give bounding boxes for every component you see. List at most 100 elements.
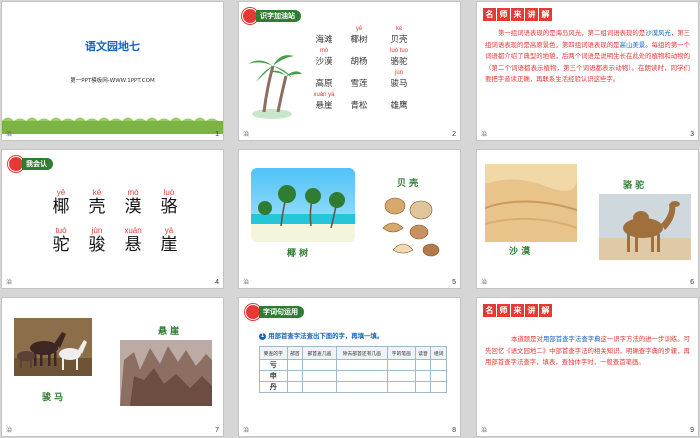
table-cell-input[interactable] [430,359,447,371]
table-cell-input[interactable] [387,359,416,371]
word-pinyin [309,70,339,77]
shells-photo [382,197,440,257]
slide-footer-mark: 治 [243,427,250,434]
slide-footer-mark: 治 [6,427,13,434]
slide-1-thumbnail[interactable]: 语文园地七 第一PPT模板网-WWW.1PPT.COM 治 1 [2,2,223,140]
slide-8-thumbnail[interactable]: 字词句运用 1 用部首查字法查出下面的字，再填一填。 要查的字 部首 部首查几画 除去… [239,298,460,436]
dictionary-table: 要查的字 部首 部首查几画 除去部首还有几画 字的笔画 读音 组词 亏申丹 [259,346,447,393]
vocab-word: 雪莲 [344,70,374,89]
word-pinyin [384,92,414,99]
word-text: 沙漠 [315,57,333,67]
section-badge: 字词句运用 [245,304,304,320]
table-cell-input[interactable] [286,359,304,371]
beach-palm-photo [251,168,355,242]
teach-char: 来 [511,304,524,317]
slide-2-thumbnail[interactable]: 识字加油站 海滩 yē 椰树 ké 贝壳 mò 沙漠 胡杨 luò tuo 骆驼 高原 雪莲 jùn 骏马… [239,2,460,140]
slide-number: 2 [452,131,456,138]
palm-tree-illustration [248,55,302,119]
vocab-word: jùn 骏马 [384,70,414,89]
word-text: 青松 [350,101,368,111]
table-cell-input[interactable] [335,381,389,393]
slide-9-thumbnail[interactable]: 名 师 来 讲 解 本道题是对用部首查字法查字典这一识字方法的进一步训练。可先回… [477,298,698,436]
char-hanzi: 悬 [124,235,142,255]
table-cell-input[interactable] [414,370,432,382]
table-cell-char: 亏 [259,359,288,371]
word-pinyin [344,70,374,77]
word-pinyin [344,48,374,55]
char-hanzi: 壳 [88,197,106,217]
slide-footer-mark: 治 [481,427,488,434]
table-header-cell: 除去部首还有几画 [335,346,389,360]
instruction-number-icon: 1 [259,332,266,340]
vocab-word: 高原 [309,70,339,89]
slide-number: 6 [690,279,694,286]
text-run: 高山美景 [619,40,646,49]
grass-decoration [2,117,223,134]
teach-char: 名 [483,304,496,317]
table-cell-input[interactable] [335,359,389,371]
table-cell-input[interactable] [302,359,337,371]
char-hanzi: 椰 [52,197,70,217]
slide-number: 9 [690,427,694,434]
slide-number: 1 [215,131,219,138]
word-pinyin: jùn [394,70,403,76]
char-pinyin: xuán [124,226,142,235]
char-hanzi: 驼 [52,235,70,255]
table-header-cell: 读音 [414,346,432,360]
table-cell-input[interactable] [414,381,432,393]
char-card: luò 骆 [154,188,184,217]
word-text: 高原 [315,79,333,89]
slide-footer-mark: 治 [6,279,13,286]
word-text: 悬崖 [315,101,333,111]
teach-char: 讲 [525,8,538,21]
table-cell-input[interactable] [430,381,447,393]
slide-5-thumbnail[interactable]: 椰 树 贝 壳 治 5 [239,150,460,288]
table-cell-input[interactable] [286,381,304,393]
instruction-text: 用部首查字法查出下面的字，再填一填。 [268,332,384,340]
table-cell-input[interactable] [430,370,447,382]
slide-title: 语文园地七 [85,40,140,53]
table-cell-input[interactable] [414,359,432,371]
slide-7-thumbnail[interactable]: 骏 马 悬 崖 治 7 [2,298,223,436]
vocab-word: 胡杨 [344,48,374,67]
table-cell-input[interactable] [335,370,389,382]
char-card: ké 壳 [82,188,112,217]
word-pinyin: ké [395,26,403,32]
char-pinyin: jùn [91,226,103,235]
teach-char: 讲 [525,304,538,317]
char-hanzi: 骆 [160,197,178,217]
teach-char: 名 [483,8,496,21]
text-run: 第一组词语表现的是海岛风光，第二组词语表现的是 [498,29,646,37]
word-text: 海滩 [315,35,333,45]
word-text: 椰树 [350,35,368,45]
table-cell-input[interactable] [302,381,337,393]
table-cell-input[interactable] [286,370,304,382]
table-cell-char: 申 [259,370,288,382]
horse-caption: 骏 马 [42,393,64,403]
table-row: 申 [259,370,447,382]
char-pinyin: tuó [55,226,67,235]
explanation-text: 本道题是对用部首查字法查字典这一识字方法的进一步训练。可先回忆《语文园地二》中部… [485,334,690,369]
word-text: 雄鹰 [390,101,408,111]
word-text: 骆驼 [390,57,408,67]
char-card: jùn 骏 [82,226,112,255]
slide-3-thumbnail[interactable]: 名 师 来 讲 解 第一组词语表现的是海岛风光，第二组词语表现的是沙漠风光，第三… [477,2,698,140]
table-cell-input[interactable] [387,370,416,382]
slide-subtitle: 第一PPT模板网-WWW.1PPT.COM [70,78,155,84]
vocab-word: 海滩 [309,26,339,45]
word-pinyin [309,26,339,33]
table-header-row: 要查的字 部首 部首查几画 除去部首还有几画 字的笔画 读音 组词 [259,346,447,360]
slide-footer-mark: 治 [481,279,488,286]
slide-number: 7 [215,427,219,434]
word-text: 胡杨 [350,57,368,67]
word-pinyin: mò [319,48,329,54]
badge-label: 识字加油站 [256,10,301,22]
table-cell-input[interactable] [302,370,337,382]
vocab-word: ké 贝壳 [384,26,414,45]
slide-4-thumbnail[interactable]: 我会认 yē 椰 ké 壳 mò 漠 luò 骆 tuó 驼 jùn 骏 xuán 悬 yá 崖 治 4 [2,150,223,288]
slide-footer-mark: 治 [243,279,250,286]
table-cell-input[interactable] [387,381,416,393]
char-card: yá 崖 [154,226,184,255]
slide-6-thumbnail[interactable]: 沙 漠 骆 驼 治 6 [477,150,698,288]
table-header-cell: 部首 [286,346,304,360]
